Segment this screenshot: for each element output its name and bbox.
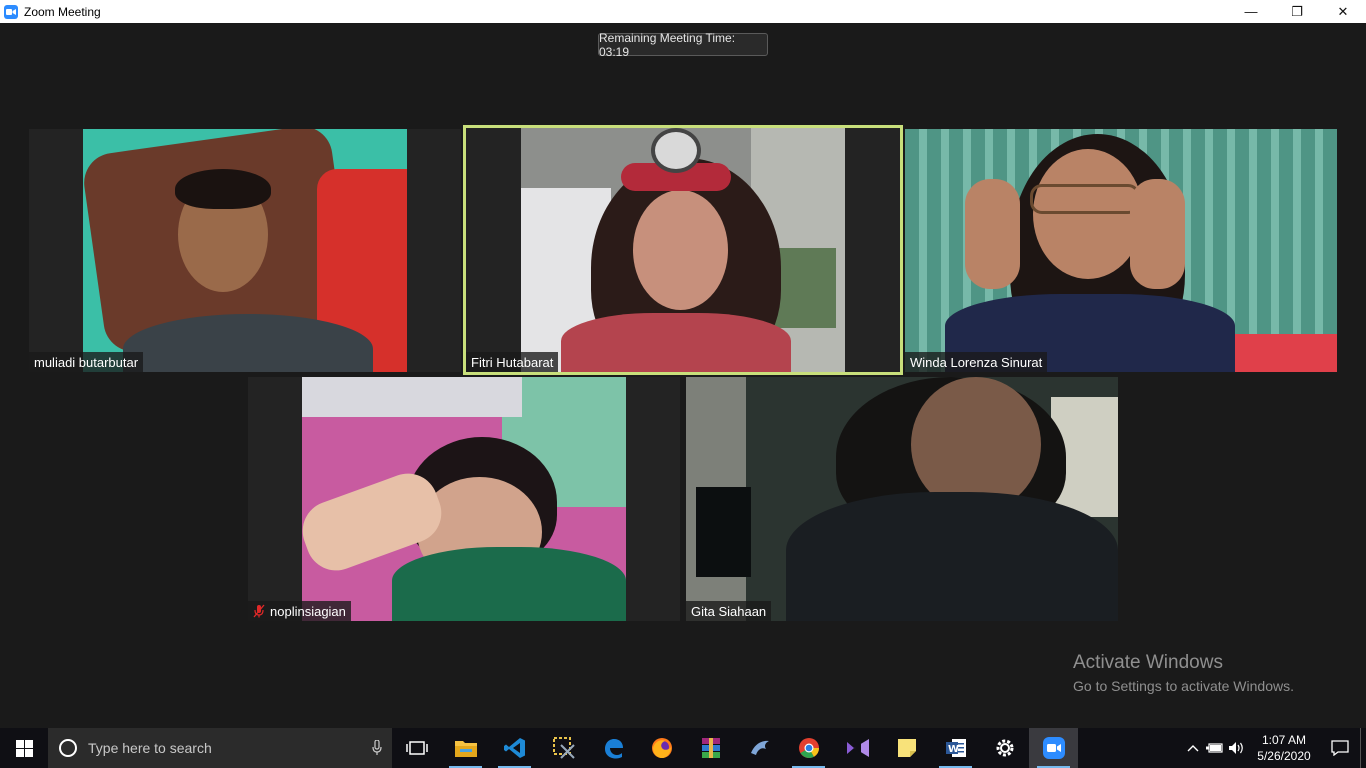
cortana-circle-icon: [59, 739, 77, 757]
participant-video: [521, 128, 845, 372]
minimize-button[interactable]: —: [1228, 0, 1274, 23]
zoom-icon[interactable]: [1029, 728, 1078, 768]
activate-windows-watermark: Activate Windows Go to Settings to activ…: [1073, 652, 1294, 694]
word-icon[interactable]: W: [931, 728, 980, 768]
winrar-icon[interactable]: [686, 728, 735, 768]
visual-studio-icon[interactable]: [833, 728, 882, 768]
chevron-up-icon[interactable]: [1182, 728, 1204, 768]
show-desktop-button[interactable]: [1360, 728, 1366, 768]
search-placeholder: Type here to search: [88, 740, 212, 756]
participant-video: [686, 377, 1118, 621]
file-explorer-icon[interactable]: [441, 728, 490, 768]
participant-name: muliadi butarbutar: [29, 352, 144, 372]
dolphin-icon[interactable]: [735, 728, 784, 768]
volume-icon[interactable]: [1226, 728, 1248, 768]
maximize-button[interactable]: ❐: [1274, 0, 1320, 23]
chrome-icon[interactable]: [784, 728, 833, 768]
muted-mic-icon: [253, 604, 265, 618]
participant-video: [294, 377, 626, 621]
clock-date: 5/26/2020: [1257, 749, 1311, 763]
taskbar: Type here to search W 1:07 AM 5/26/2020: [0, 728, 1366, 768]
system-tray: 1:07 AM 5/26/2020: [1182, 728, 1366, 768]
watermark-title: Activate Windows: [1073, 652, 1223, 673]
participant-tile[interactable]: Gita Siahaan: [686, 377, 1118, 621]
participant-name: Winda Lorenza Sinurat: [905, 352, 1048, 372]
participant-name: Fitri Hutabarat: [466, 352, 559, 372]
clock-time: 1:07 AM: [1261, 733, 1307, 747]
participant-video: [905, 129, 1337, 372]
settings-gear-icon[interactable]: [980, 728, 1029, 768]
watermark-subtitle: Go to Settings to activate Windows.: [1073, 678, 1294, 694]
vscode-icon[interactable]: [490, 728, 539, 768]
start-button[interactable]: [0, 728, 48, 768]
participant-name: noplinsiagian: [248, 601, 351, 621]
taskbar-clock[interactable]: 1:07 AM 5/26/2020: [1248, 732, 1320, 764]
task-view-icon[interactable]: [392, 728, 441, 768]
participant-video: [80, 129, 407, 372]
meeting-timer: Remaining Meeting Time: 03:19: [598, 31, 768, 59]
windows-logo-icon: [15, 739, 33, 757]
microphone-icon[interactable]: [362, 740, 392, 756]
edge-icon[interactable]: [588, 728, 637, 768]
participant-tile[interactable]: muliadi butarbutar: [29, 129, 461, 372]
close-button[interactable]: ✕: [1320, 0, 1366, 23]
sticky-notes-icon[interactable]: [882, 728, 931, 768]
firefox-icon[interactable]: [637, 728, 686, 768]
snipping-tool-icon[interactable]: [539, 728, 588, 768]
notification-icon[interactable]: [1320, 728, 1360, 768]
participant-tile[interactable]: Winda Lorenza Sinurat: [905, 129, 1337, 372]
taskbar-search[interactable]: Type here to search: [48, 728, 392, 768]
participant-tile[interactable]: noplinsiagian: [248, 377, 680, 621]
svg-text:W: W: [948, 744, 959, 755]
window-title: Zoom Meeting: [24, 4, 101, 19]
participant-tile-active[interactable]: Fitri Hutabarat: [463, 125, 903, 375]
title-bar: Zoom Meeting — ❐ ✕: [0, 0, 1366, 23]
zoom-app-icon: [4, 4, 18, 19]
participant-name: Gita Siahaan: [686, 601, 772, 621]
battery-icon[interactable]: [1204, 728, 1226, 768]
